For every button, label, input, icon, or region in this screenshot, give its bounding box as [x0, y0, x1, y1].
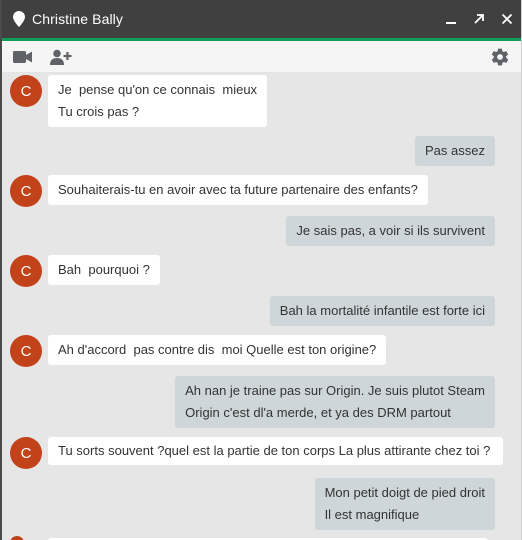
- outgoing-message: Bah la mortalité infantile est forte ici: [2, 296, 521, 326]
- message-bubble: Mon petit doigt de pied droit Il est mag…: [314, 478, 495, 530]
- message-bubble: Ah nan je traine pas sur Origin. Je suis…: [175, 376, 495, 428]
- incoming-message: C Souhaiterais-tu en avoir avec ta futur…: [2, 175, 521, 207]
- avatar[interactable]: C: [10, 75, 42, 107]
- message-bubble: Bah pourquoi ?: [48, 255, 160, 285]
- avatar[interactable]: C: [10, 437, 42, 469]
- gear-icon: [491, 48, 509, 66]
- close-icon: [501, 13, 513, 25]
- chat-window: Christine Bally C Je pense qu'on ce conn…: [0, 0, 522, 540]
- message-text: Pas assez: [425, 143, 485, 158]
- incoming-message: C Je pense qu'on ce connais mieux Tu cro…: [2, 75, 521, 127]
- message-text: Tu crois pas ?: [58, 104, 140, 119]
- video-camera-icon: [13, 50, 32, 63]
- outgoing-message: Je sais pas, a voir si ils survivent: [2, 216, 521, 246]
- message-bubble: Tu sorts souvent ?quel est la partie de …: [48, 437, 503, 465]
- close-button[interactable]: [493, 0, 521, 38]
- outgoing-message: Mon petit doigt de pied droit Il est mag…: [2, 478, 521, 530]
- avatar: [10, 536, 24, 540]
- message-text: Bah pourquoi ?: [58, 262, 150, 277]
- incoming-message: C Ah d'accord pas contre dis moi Quelle …: [2, 335, 521, 367]
- message-text: Bah la mortalité infantile est forte ici: [279, 303, 485, 318]
- incoming-message: C Tu sorts souvent ?quel est la partie d…: [2, 437, 521, 469]
- avatar[interactable]: C: [10, 335, 42, 367]
- message-list[interactable]: C Je pense qu'on ce connais mieux Tu cro…: [2, 73, 521, 540]
- location-pin-icon: [12, 10, 26, 28]
- message-text: Mon petit doigt de pied droit: [324, 485, 485, 500]
- minimize-icon: [446, 22, 456, 24]
- settings-button[interactable]: [485, 42, 515, 72]
- message-bubble: Ah d'accord pas contre dis moi Quelle es…: [48, 335, 387, 365]
- message-text: Ah d'accord pas contre dis moi Quelle es…: [58, 342, 377, 357]
- avatar[interactable]: C: [10, 175, 42, 207]
- minimize-button[interactable]: [437, 0, 465, 38]
- window-controls: [437, 0, 521, 38]
- message-text: Je pense qu'on ce connais mieux: [58, 82, 258, 97]
- message-text: Souhaiterais-tu en avoir avec ta future …: [58, 182, 418, 197]
- avatar[interactable]: C: [10, 255, 42, 287]
- incoming-message: C Bah pourquoi ?: [2, 255, 521, 287]
- message-text: Ah nan je traine pas sur Origin. Je suis…: [185, 383, 485, 398]
- add-person-button[interactable]: [46, 42, 76, 72]
- message-bubble: Bah la mortalité infantile est forte ici: [269, 296, 495, 326]
- outgoing-message: Ah nan je traine pas sur Origin. Je suis…: [2, 376, 521, 428]
- title-bar[interactable]: Christine Bally: [2, 0, 521, 38]
- message-bubble: Je sais pas, a voir si ils survivent: [286, 216, 495, 246]
- message-text: Je sais pas, a voir si ils survivent: [296, 223, 485, 238]
- chat-toolbar: [2, 41, 521, 73]
- outgoing-message: Pas assez: [2, 136, 521, 166]
- message-text: Origin c'est dl'a merde, et ya des DRM p…: [185, 405, 451, 420]
- video-call-button[interactable]: [8, 42, 38, 72]
- message-text: Il est magnifique: [324, 507, 420, 522]
- message-text: Tu sorts souvent ?quel est la partie de …: [58, 443, 491, 458]
- message-bubble: Souhaiterais-tu en avoir avec ta future …: [48, 175, 428, 205]
- message-bubble: Je pense qu'on ce connais mieux Tu crois…: [48, 75, 268, 127]
- message-bubble: Pas assez: [415, 136, 495, 166]
- popout-button[interactable]: [465, 0, 493, 38]
- window-title: Christine Bally: [32, 11, 123, 27]
- popout-arrow-icon: [474, 14, 484, 24]
- add-person-icon: [50, 49, 72, 65]
